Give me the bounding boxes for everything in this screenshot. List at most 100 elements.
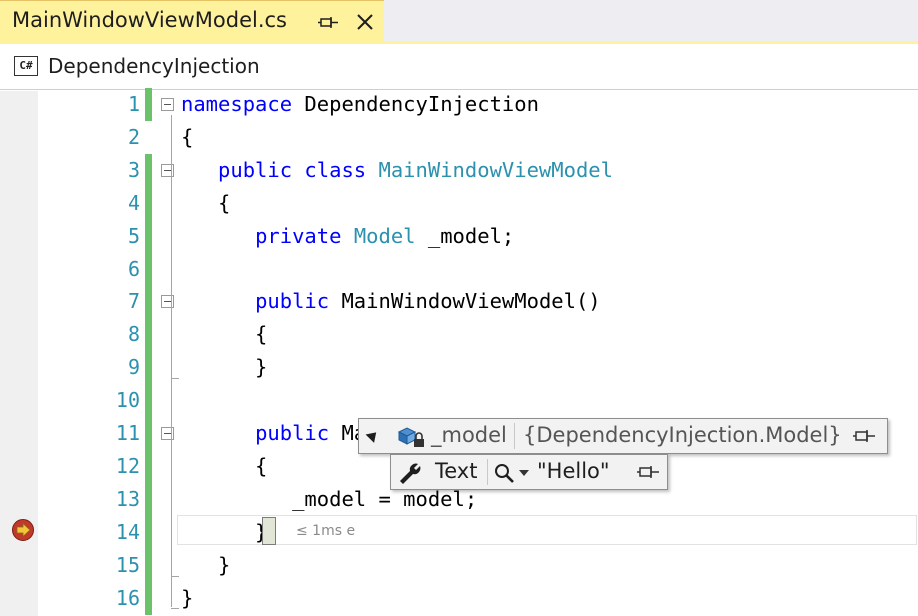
change-tracking-bar (145, 219, 152, 253)
code-token: { (181, 453, 268, 478)
collapse-outline-icon[interactable] (161, 295, 174, 309)
private-field-icon (397, 427, 424, 447)
change-tracking-bar (145, 482, 152, 516)
code-text: private Model _model; (181, 220, 514, 253)
line-number: 4 (127, 190, 140, 215)
code-token: { (181, 124, 194, 149)
line-number: 6 (127, 256, 140, 281)
change-tracking-bar (145, 285, 152, 319)
line-number: 2 (127, 124, 140, 149)
namespace-dropdown-label[interactable]: DependencyInjection (48, 54, 260, 78)
collapse-outline-icon[interactable] (161, 163, 174, 177)
code-token: DependencyInjection (292, 92, 539, 116)
navigation-bar[interactable]: C# DependencyInjection (0, 44, 918, 90)
datatip-value[interactable]: {DependencyInjection.Model} (523, 423, 842, 447)
change-tracking-bar (145, 548, 152, 582)
change-tracking-bar (145, 581, 152, 615)
code-token: } (181, 585, 194, 610)
datatip-model[interactable]: _model {DependencyInjection.Model} (358, 418, 888, 454)
outline-guide-end (171, 576, 179, 577)
line-number: 5 (127, 223, 140, 248)
code-text: { (181, 318, 267, 351)
pin-icon[interactable] (318, 9, 340, 35)
datatip-separator (514, 423, 515, 449)
code-line[interactable]: 7 public MainWindowViewModel() (0, 285, 918, 319)
keyword-token: private (255, 223, 342, 248)
keyword-token: public (255, 421, 330, 445)
code-token: } (181, 552, 231, 577)
code-line[interactable]: 15 } (0, 548, 918, 582)
pin-icon[interactable] (853, 427, 877, 445)
collapse-outline-icon[interactable] (161, 427, 174, 440)
line-number: 9 (127, 355, 140, 380)
codelens-perf-tip[interactable]: ≤ 1ms e (296, 523, 355, 539)
code-line[interactable]: 3 public class MainWindowViewModel (0, 153, 918, 187)
datatip-separator (487, 459, 488, 485)
change-tracking-bar (145, 252, 152, 286)
code-token: _model; (415, 223, 515, 248)
close-icon[interactable] (352, 9, 378, 35)
line-number: 12 (115, 453, 140, 478)
line-number: 1 (127, 92, 140, 116)
code-token: _model = model; (181, 486, 478, 511)
code-text: public class MainWindowViewModel (181, 154, 613, 187)
code-text: public MainWindowViewModel() (181, 285, 601, 318)
code-line[interactable]: 9 } (0, 351, 918, 385)
code-text: { (181, 121, 193, 154)
datatip-child-row[interactable]: Text "Hello" (390, 454, 668, 490)
pin-icon[interactable] (637, 463, 661, 481)
code-text: } (181, 351, 267, 384)
brace-match-highlight (262, 517, 276, 545)
line-number: 13 (115, 486, 140, 511)
collapse-outline-icon[interactable] (161, 98, 174, 111)
code-token: } (181, 355, 268, 380)
line-number: 16 (115, 585, 140, 610)
line-number: 3 (127, 157, 140, 182)
outline-guide-end (171, 608, 179, 609)
change-tracking-bar (145, 153, 152, 187)
change-tracking-bar (145, 88, 152, 121)
code-token: { (181, 322, 268, 347)
line-number: 15 (115, 552, 140, 577)
code-line[interactable]: 2{ (0, 121, 918, 154)
document-tab-active[interactable]: MainWindowViewModel.cs (0, 0, 384, 44)
code-token: MainWindowViewModel() (329, 289, 601, 314)
code-line[interactable]: 16} (0, 581, 918, 615)
dropdown-arrow-icon[interactable] (519, 470, 529, 476)
datatip-child-name: Text (435, 459, 478, 483)
code-token: { (181, 190, 231, 215)
code-text: } (181, 582, 193, 615)
change-tracking-bar (145, 417, 152, 450)
code-line[interactable]: 8 { (0, 318, 918, 352)
change-tracking-bar (145, 318, 152, 352)
code-editor[interactable]: 1 namespace DependencyInjection 2{3 public… (0, 88, 918, 616)
magnifier-icon[interactable] (493, 462, 515, 484)
code-line[interactable]: 5 private Model _model; (0, 219, 918, 253)
outline-guide (171, 115, 172, 607)
tab-title: MainWindowViewModel.cs (12, 8, 287, 32)
keyword-token: public (255, 289, 330, 314)
code-line[interactable]: 6 (0, 252, 918, 286)
code-text: { (181, 450, 267, 483)
change-tracking-bar (145, 449, 152, 483)
code-text: namespace DependencyInjection (181, 88, 539, 121)
wrench-property-icon (400, 463, 421, 484)
code-line[interactable]: 10 (0, 384, 918, 418)
line-number: 11 (115, 421, 140, 445)
type-token: MainWindowViewModel (378, 157, 613, 182)
code-line[interactable]: 1 namespace DependencyInjection (0, 88, 918, 121)
change-tracking-bar (145, 384, 152, 418)
csharp-file-icon: C# (14, 56, 38, 76)
current-line-highlight (177, 515, 917, 545)
datatip-variable-name: _model (431, 423, 507, 447)
change-tracking-bar (145, 515, 152, 549)
expand-triangle-icon[interactable] (365, 428, 381, 443)
code-line[interactable]: 4 { (0, 186, 918, 220)
line-number: 14 (115, 519, 140, 544)
type-token: Model (353, 223, 416, 248)
datatip-child-value[interactable]: "Hello" (537, 459, 610, 483)
